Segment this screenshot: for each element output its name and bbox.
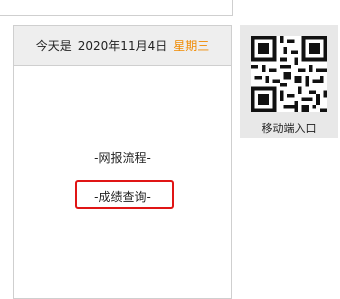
mobile-entry-card[interactable]: 移动端入口 [240,25,338,138]
score-query-link[interactable]: -成绩查询- [14,188,231,205]
weekday-text: 星期三 [173,39,210,53]
date-prefix: 今天是 [35,39,72,53]
date-bar: 今天是 2020年11月4日 星期三 [14,26,231,66]
mobile-entry-label[interactable]: 移动端入口 [240,120,338,136]
top-panel [0,0,233,16]
qr-code-icon [251,36,327,112]
online-process-link[interactable]: -网报流程- [14,149,231,166]
date-text: 2020年11月4日 [77,39,168,53]
main-panel: 今天是 2020年11月4日 星期三 -网报流程- -成绩查询- [13,25,232,299]
